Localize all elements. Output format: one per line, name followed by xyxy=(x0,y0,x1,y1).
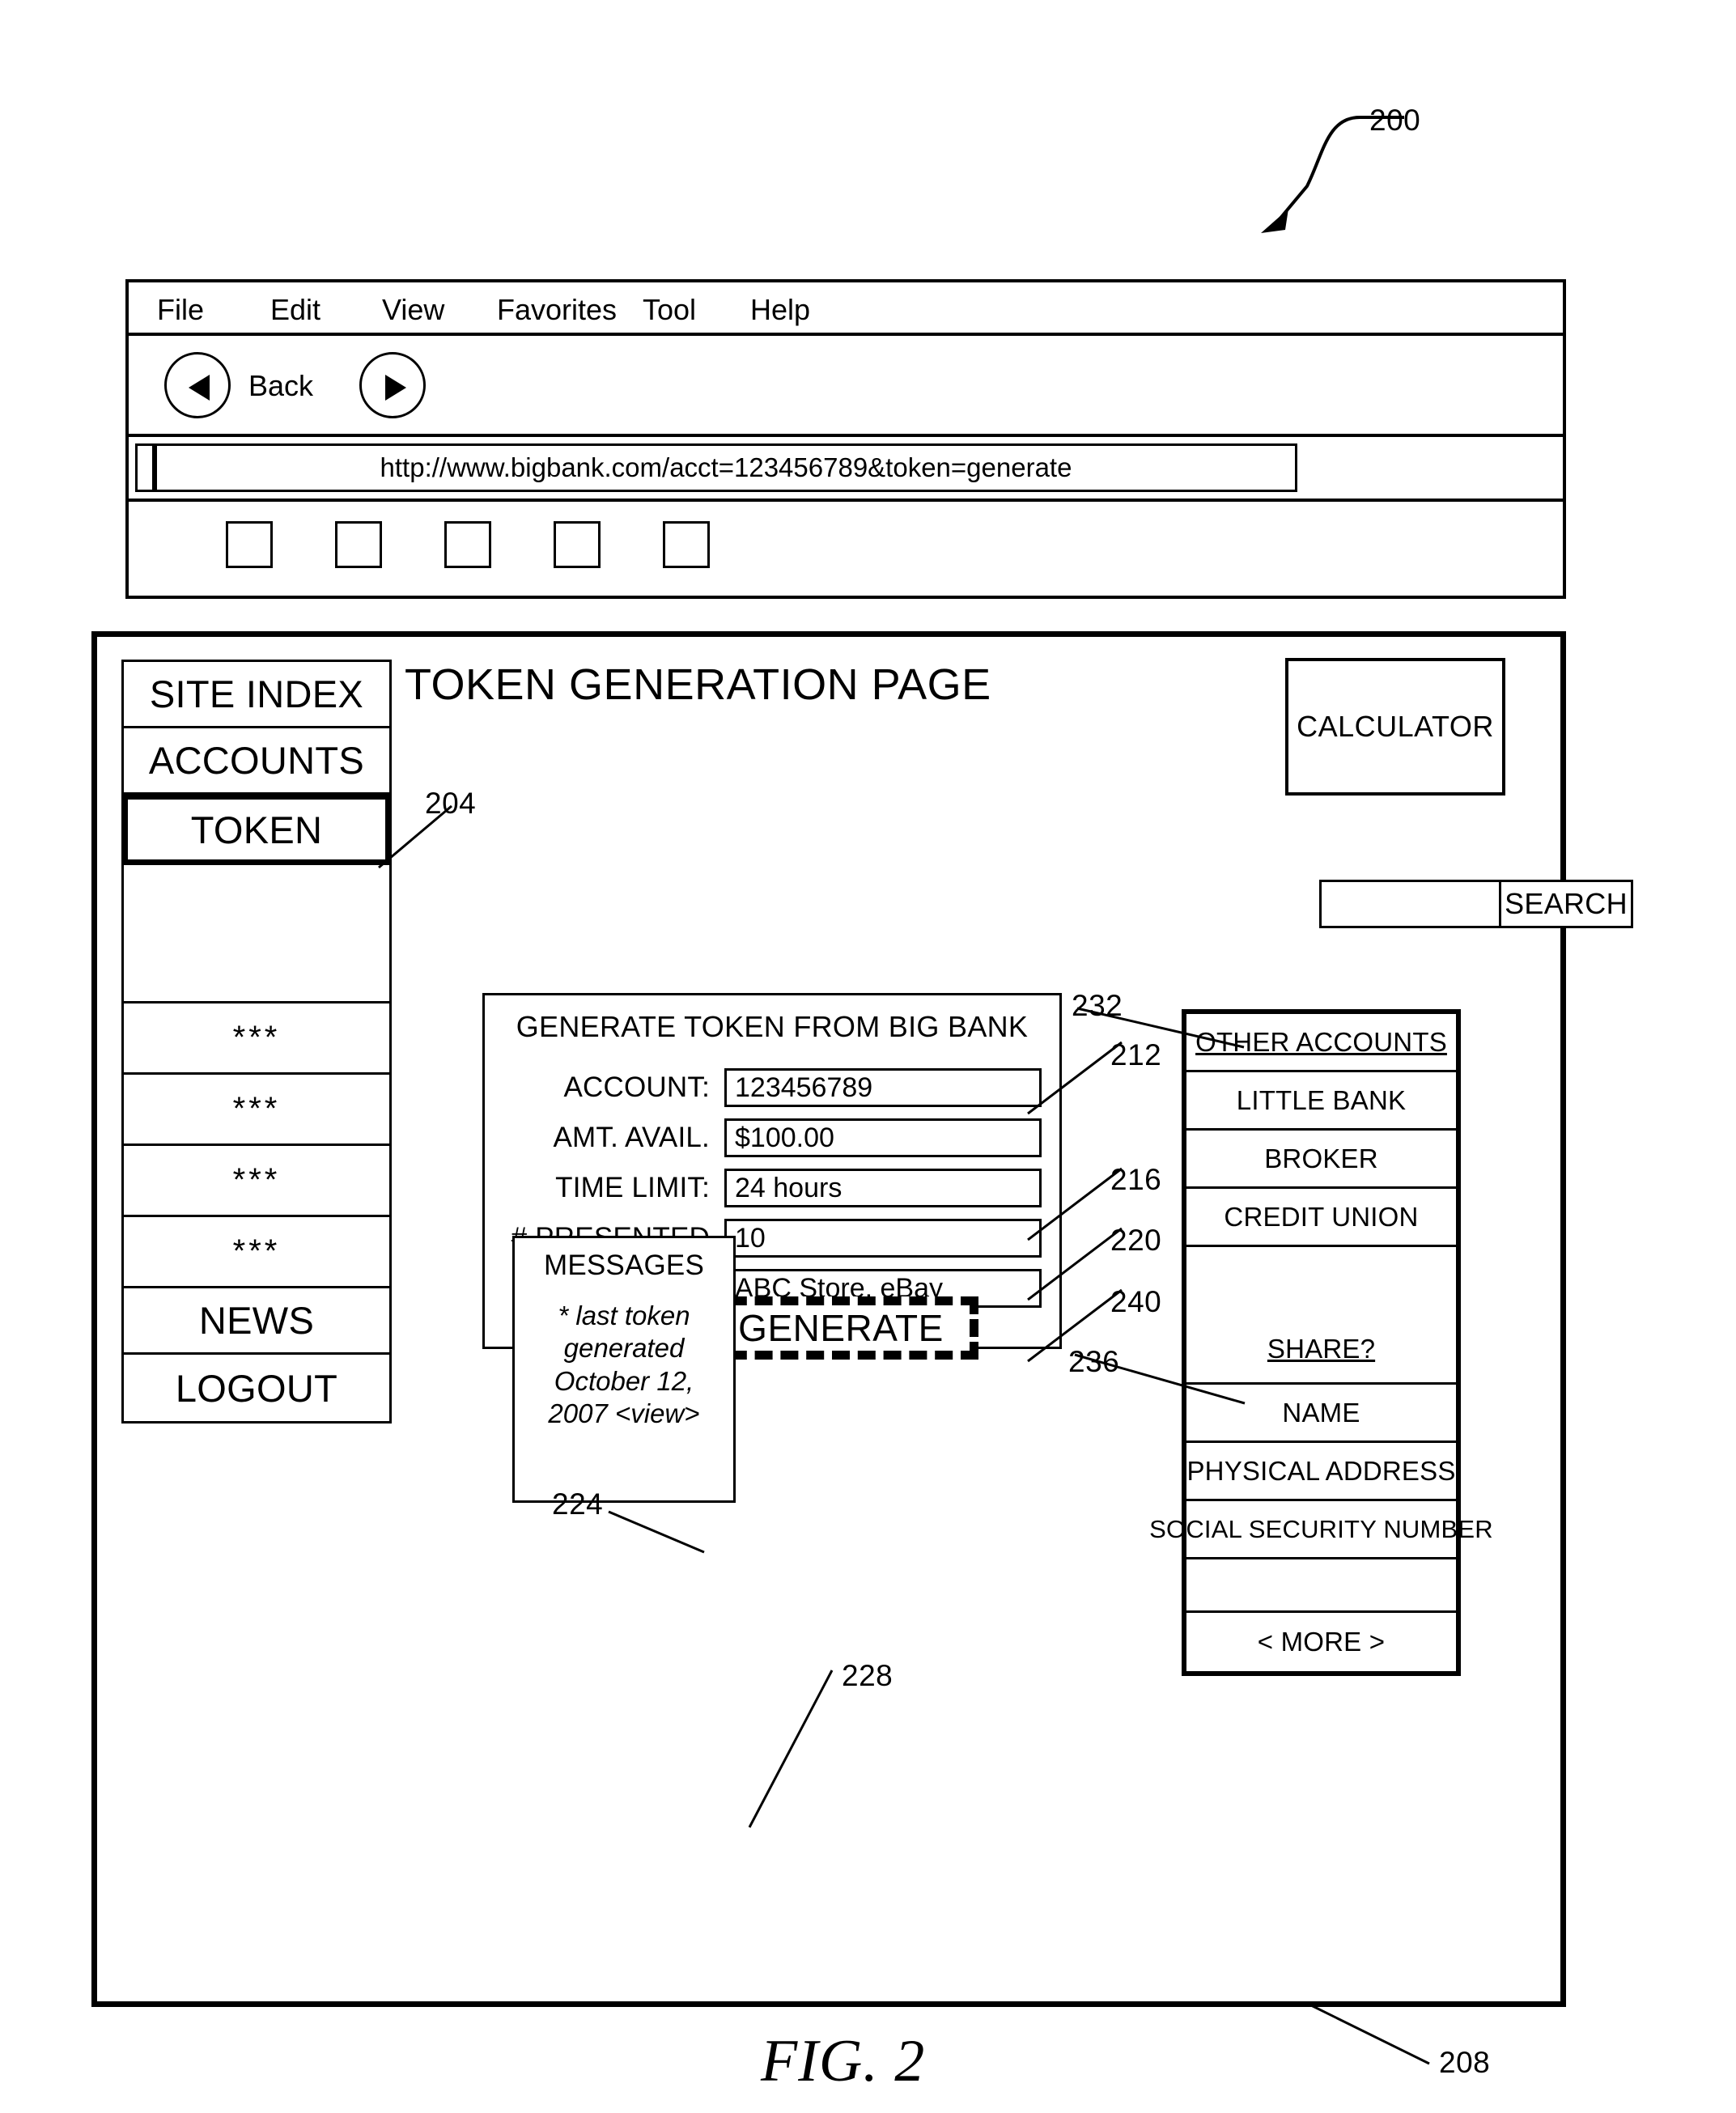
sidebar-item-site-index[interactable]: SITE INDEX xyxy=(124,662,389,728)
sidebar-item-news[interactable]: NEWS xyxy=(124,1288,389,1355)
other-accounts-heading: OTHER ACCOUNTS xyxy=(1186,1014,1456,1072)
other-accounts-panel: OTHER ACCOUNTS LITTLE BANK BROKER CREDIT… xyxy=(1149,1009,1493,1676)
generate-button[interactable]: GENERATE xyxy=(703,1296,978,1360)
triangle-right-icon xyxy=(385,375,406,401)
more-button[interactable]: < MORE > xyxy=(1186,1613,1456,1671)
menu-item-view[interactable]: View xyxy=(382,293,444,327)
menu-item-tool[interactable]: Tool xyxy=(643,293,696,327)
refnum-240: 240 xyxy=(1110,1285,1162,1318)
field-row-time-limit: TIME LIMIT: 24 hours xyxy=(507,1169,1042,1207)
refnum-224: 224 xyxy=(552,1487,604,1521)
share-panel-spacer xyxy=(1186,1559,1456,1613)
share-item-social-security-number[interactable]: SOCIAL SECURITY NUMBER xyxy=(1149,1501,1493,1559)
browser-address-bar: http://www.bigbank.com/acct=123456789&to… xyxy=(129,437,1563,502)
address-bar-stub xyxy=(135,443,155,492)
time-limit-input[interactable]: 24 hours xyxy=(724,1169,1042,1207)
share-item-name[interactable]: NAME xyxy=(1186,1385,1456,1443)
menu-item-edit[interactable]: Edit xyxy=(270,293,320,327)
account-input[interactable]: 123456789 xyxy=(724,1068,1042,1107)
page-title: TOKEN GENERATION PAGE xyxy=(405,660,991,709)
sidebar-item-placeholder-3[interactable]: *** xyxy=(124,1146,389,1217)
forward-button[interactable] xyxy=(359,352,426,418)
sidebar-item-placeholder-2[interactable]: *** xyxy=(124,1075,389,1146)
sidebar-item-logout[interactable]: LOGOUT xyxy=(124,1355,389,1421)
refnum-232: 232 xyxy=(1072,989,1123,1022)
toolbar-button-1[interactable] xyxy=(226,521,273,568)
browser-window: File Edit View Favorites Tool Help Back … xyxy=(125,279,1566,599)
refnum-212: 212 xyxy=(1110,1038,1162,1071)
messages-title: MESSAGES xyxy=(543,1250,705,1281)
refnum-220: 220 xyxy=(1110,1224,1162,1257)
messages-body[interactable]: * last token generated October 12, 2007 … xyxy=(521,1300,727,1430)
triangle-left-icon xyxy=(189,375,210,401)
sidebar-item-placeholder-4[interactable]: *** xyxy=(124,1217,389,1288)
toolbar-button-3[interactable] xyxy=(444,521,491,568)
refnum-200: 200 xyxy=(1369,104,1421,137)
refnum-236: 236 xyxy=(1068,1345,1120,1378)
search-input[interactable] xyxy=(1319,880,1499,928)
refnum-204: 204 xyxy=(425,787,477,820)
amount-available-input[interactable]: $100.00 xyxy=(724,1118,1042,1157)
other-account-credit-union[interactable]: CREDIT UNION xyxy=(1186,1189,1456,1247)
search-bar: SEARCH xyxy=(1319,880,1633,928)
refnum-208: 208 xyxy=(1439,2046,1491,2079)
web-page-body: SITE INDEX ACCOUNTS TOKEN *** *** *** **… xyxy=(91,631,1633,2007)
browser-menu-bar: File Edit View Favorites Tool Help xyxy=(129,282,1563,336)
address-input[interactable]: http://www.bigbank.com/acct=123456789&to… xyxy=(155,443,1297,492)
other-account-little-bank[interactable]: LITTLE BANK xyxy=(1186,1072,1456,1131)
field-row-amount-available: AMT. AVAIL. $100.00 xyxy=(507,1118,1042,1157)
field-label-amount-available: AMT. AVAIL. xyxy=(553,1122,710,1153)
toolbar-button-5[interactable] xyxy=(663,521,710,568)
sidebar-item-token[interactable]: TOKEN xyxy=(122,794,391,865)
back-button-label: Back xyxy=(248,369,314,402)
calculator-widget[interactable]: CALCULATOR xyxy=(1285,658,1505,796)
field-row-account: ACCOUNT: 123456789 xyxy=(507,1068,1042,1107)
share-item-physical-address[interactable]: PHYSICAL ADDRESS xyxy=(1186,1443,1456,1501)
sidebar-item-placeholder-1[interactable]: *** xyxy=(124,1003,389,1075)
messages-box: MESSAGES * last token generated October … xyxy=(512,1236,736,1503)
menu-item-help[interactable]: Help xyxy=(750,293,810,327)
sidebar-item-accounts[interactable]: ACCOUNTS xyxy=(124,728,389,795)
menu-item-file[interactable]: File xyxy=(157,293,204,327)
share-heading: SHARE? xyxy=(1186,1247,1456,1385)
site-navigation-sidebar: SITE INDEX ACCOUNTS TOKEN *** *** *** **… xyxy=(121,660,392,1424)
patent-figure: 200 File Edit View Favorites Tool Help B… xyxy=(0,0,1736,2113)
toolbar-button-2[interactable] xyxy=(335,521,382,568)
refnum-228: 228 xyxy=(842,1659,893,1692)
refnum-216: 216 xyxy=(1110,1163,1162,1196)
sidebar-spacer-cell xyxy=(124,864,389,1003)
leader-line-208 xyxy=(1307,2002,1430,2065)
toolbar-button-4[interactable] xyxy=(554,521,601,568)
figure-caption: FIG. 2 xyxy=(761,2028,926,2094)
browser-nav-bar: Back xyxy=(129,336,1563,437)
number-presented-input[interactable]: 10 xyxy=(724,1219,1042,1258)
back-button[interactable] xyxy=(164,352,231,418)
search-button[interactable]: SEARCH xyxy=(1499,880,1633,928)
field-label-account: ACCOUNT: xyxy=(563,1071,710,1103)
browser-toolbar xyxy=(129,502,1563,596)
other-account-broker[interactable]: BROKER xyxy=(1186,1131,1456,1189)
menu-item-favorites[interactable]: Favorites xyxy=(497,293,617,327)
field-label-time-limit: TIME LIMIT: xyxy=(555,1172,710,1203)
form-heading: GENERATE TOKEN FROM BIG BANK xyxy=(516,1010,1029,1043)
